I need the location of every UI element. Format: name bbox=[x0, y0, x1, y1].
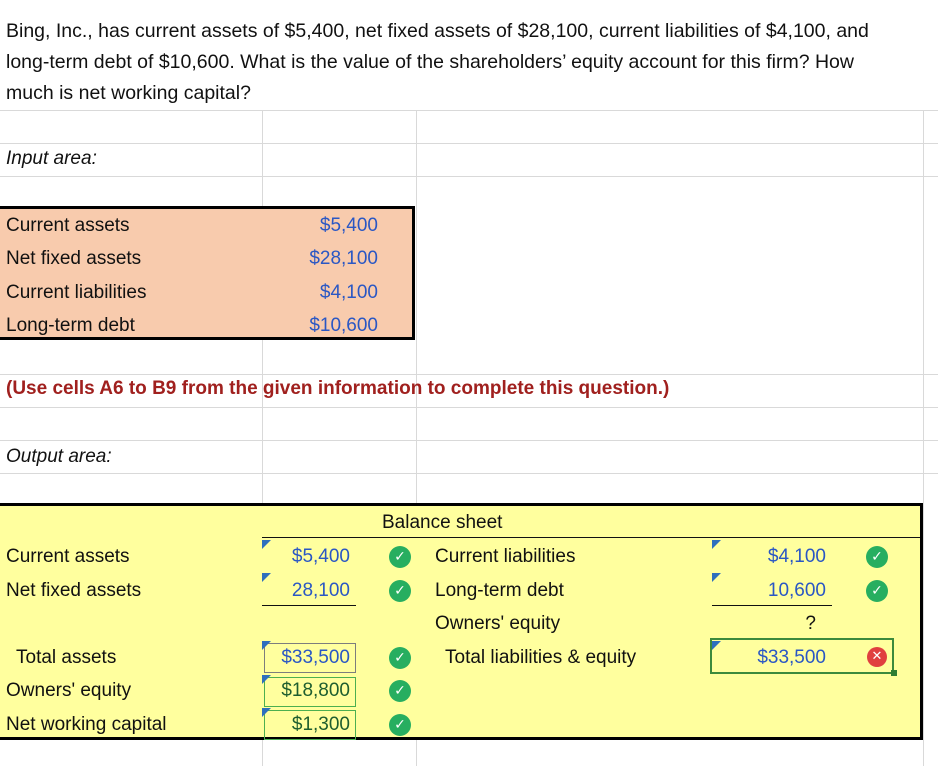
total-assets-answer[interactable]: $33,500 bbox=[270, 647, 350, 669]
balance-sheet-title: Balance sheet bbox=[382, 512, 503, 533]
sum-line bbox=[262, 605, 356, 606]
check-circle-icon: ✓ bbox=[389, 546, 411, 568]
owners-equity-label: Owners' equity bbox=[6, 680, 132, 701]
input-label: Long-term debt bbox=[6, 315, 135, 336]
check-circle-icon: ✓ bbox=[389, 714, 411, 736]
current-assets-answer[interactable]: $5,400 bbox=[270, 546, 350, 568]
question-line: long-term debt of $10,600. What is the v… bbox=[6, 51, 854, 73]
check-circle-icon: ✓ bbox=[866, 580, 888, 602]
check-circle-icon: ✓ bbox=[389, 647, 411, 669]
owners-equity-right-value[interactable]: ? bbox=[728, 613, 816, 635]
sum-line bbox=[712, 605, 832, 606]
current-assets-label: Current assets bbox=[6, 546, 130, 567]
long-term-debt-label: Long-term debt bbox=[435, 580, 564, 601]
fill-handle[interactable] bbox=[891, 670, 897, 676]
total-liabilities-equity-label: Total liabilities & equity bbox=[445, 647, 637, 668]
input-area-heading: Input area: bbox=[6, 148, 97, 169]
cell-marker-icon bbox=[712, 573, 721, 582]
cell-marker-icon bbox=[712, 641, 721, 650]
input-value-cell[interactable]: $4,100 bbox=[320, 282, 378, 304]
input-value-cell[interactable]: $10,600 bbox=[309, 315, 378, 337]
x-circle-icon: ✕ bbox=[867, 647, 887, 667]
long-term-debt-answer[interactable]: 10,600 bbox=[728, 580, 826, 602]
owners-equity-right-label: Owners' equity bbox=[435, 613, 561, 634]
question-line: much is net working capital? bbox=[6, 82, 251, 104]
input-label: Current assets bbox=[6, 215, 130, 236]
total-assets-label: Total assets bbox=[16, 647, 117, 668]
owners-equity-answer[interactable]: $18,800 bbox=[270, 680, 350, 702]
net-fixed-assets-label: Net fixed assets bbox=[6, 580, 142, 601]
current-liabilities-label: Current liabilities bbox=[435, 546, 576, 567]
cell-marker-icon bbox=[712, 540, 721, 549]
net-working-capital-answer[interactable]: $1,300 bbox=[270, 714, 350, 736]
check-circle-icon: ✓ bbox=[866, 546, 888, 568]
input-label: Net fixed assets bbox=[6, 248, 142, 269]
question-text: Bing, Inc., has current assets of $5,400… bbox=[6, 16, 938, 109]
output-area-heading: Output area: bbox=[6, 446, 112, 467]
input-value-cell[interactable]: $5,400 bbox=[320, 215, 378, 237]
check-circle-icon: ✓ bbox=[389, 680, 411, 702]
check-circle-icon: ✓ bbox=[389, 580, 411, 602]
current-liabilities-answer[interactable]: $4,100 bbox=[728, 546, 826, 568]
question-line: Bing, Inc., has current assets of $5,400… bbox=[6, 20, 869, 42]
title-underline bbox=[262, 537, 920, 538]
instruction-note: (Use cells A6 to B9 from the given infor… bbox=[6, 378, 670, 399]
total-liabilities-equity-answer[interactable]: $33,500 bbox=[728, 647, 826, 669]
input-value-cell[interactable]: $28,100 bbox=[309, 248, 378, 270]
net-fixed-assets-answer[interactable]: 28,100 bbox=[270, 580, 350, 602]
input-label: Current liabilities bbox=[6, 282, 147, 303]
net-working-capital-label: Net working capital bbox=[6, 714, 167, 735]
